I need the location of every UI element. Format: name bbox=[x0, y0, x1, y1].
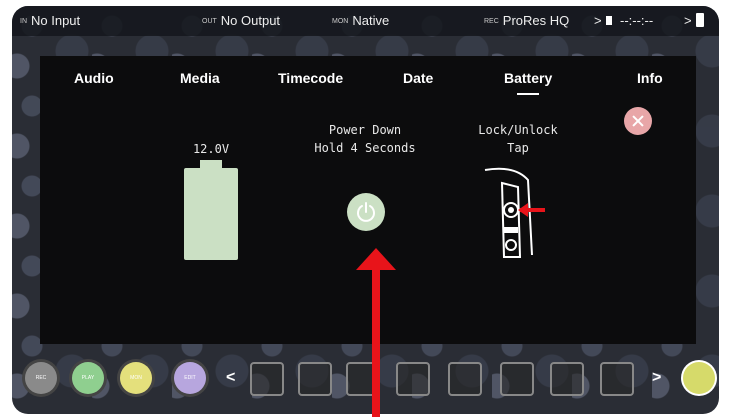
input-icon: IN bbox=[20, 18, 27, 26]
scroll-left-icon[interactable]: < bbox=[226, 369, 235, 387]
monitor-label: Native bbox=[352, 13, 390, 28]
output-icon: OUT bbox=[202, 18, 217, 26]
rec-button[interactable]: REC bbox=[25, 362, 57, 394]
lock-button-diagram-icon bbox=[484, 167, 545, 258]
power-button[interactable] bbox=[347, 193, 385, 231]
false-color-tool[interactable] bbox=[500, 362, 534, 396]
tab-battery[interactable]: Battery bbox=[504, 70, 552, 86]
histogram-tool[interactable] bbox=[298, 362, 332, 396]
waveform-tool[interactable] bbox=[250, 362, 284, 396]
tab-media[interactable]: Media bbox=[180, 70, 220, 86]
edit-button[interactable]: EDIT bbox=[174, 362, 206, 394]
battery-voltage: 12.0V bbox=[192, 142, 230, 156]
media-icon bbox=[606, 16, 612, 25]
anamorphic-tool[interactable] bbox=[396, 362, 430, 396]
scroll-right-icon[interactable]: > bbox=[652, 369, 661, 387]
power-icon bbox=[357, 202, 375, 222]
tab-date[interactable]: Date bbox=[403, 70, 433, 86]
power-down-line2: Hold 4 Seconds bbox=[314, 141, 416, 155]
codec-status[interactable]: REC ProRes HQ bbox=[484, 13, 569, 28]
monitor-status[interactable]: MON Native bbox=[332, 13, 389, 28]
output-status[interactable]: OUT No Output bbox=[202, 13, 280, 28]
status-bar: IN No Input OUT No Output MON Native REC Pro… bbox=[12, 6, 719, 36]
lock-line1: Lock/Unlock bbox=[478, 123, 558, 137]
power-down-label: Power Down Hold 4 Seconds bbox=[295, 121, 435, 157]
chevron-right-icon: > bbox=[684, 13, 692, 28]
input-label: No Input bbox=[31, 13, 81, 28]
codec-label: ProRes HQ bbox=[502, 13, 570, 28]
mon-button[interactable]: MON bbox=[120, 362, 152, 394]
lock-unlock-label: Lock/Unlock Tap bbox=[448, 121, 588, 157]
power-down-line1: Power Down bbox=[328, 123, 402, 137]
battery-icon bbox=[184, 168, 238, 260]
play-button[interactable]: PLAY bbox=[72, 362, 104, 394]
zoom-tool[interactable] bbox=[448, 362, 482, 396]
monitor-icon: MON bbox=[332, 18, 349, 26]
display-tool[interactable] bbox=[550, 362, 584, 396]
annotation-arrow bbox=[356, 248, 396, 417]
rec-icon: REC bbox=[484, 18, 499, 26]
timecode-status[interactable]: --:--:-- bbox=[620, 13, 653, 28]
tab-audio[interactable]: Audio bbox=[74, 70, 114, 86]
chevron-right-icon: > bbox=[594, 13, 602, 28]
tab-info[interactable]: Info bbox=[637, 70, 663, 86]
tab-bar: Audio Media Timecode Date Battery Info bbox=[40, 56, 696, 102]
input-status[interactable]: IN No Input bbox=[20, 13, 80, 28]
settings-menu-icon[interactable] bbox=[683, 362, 715, 394]
close-button[interactable] bbox=[624, 107, 652, 135]
lut-tool[interactable] bbox=[600, 362, 634, 396]
tab-timecode[interactable]: Timecode bbox=[278, 70, 343, 86]
output-label: No Output bbox=[220, 13, 281, 28]
lock-line2: Tap bbox=[507, 141, 529, 155]
battery-status-icon bbox=[696, 13, 704, 27]
